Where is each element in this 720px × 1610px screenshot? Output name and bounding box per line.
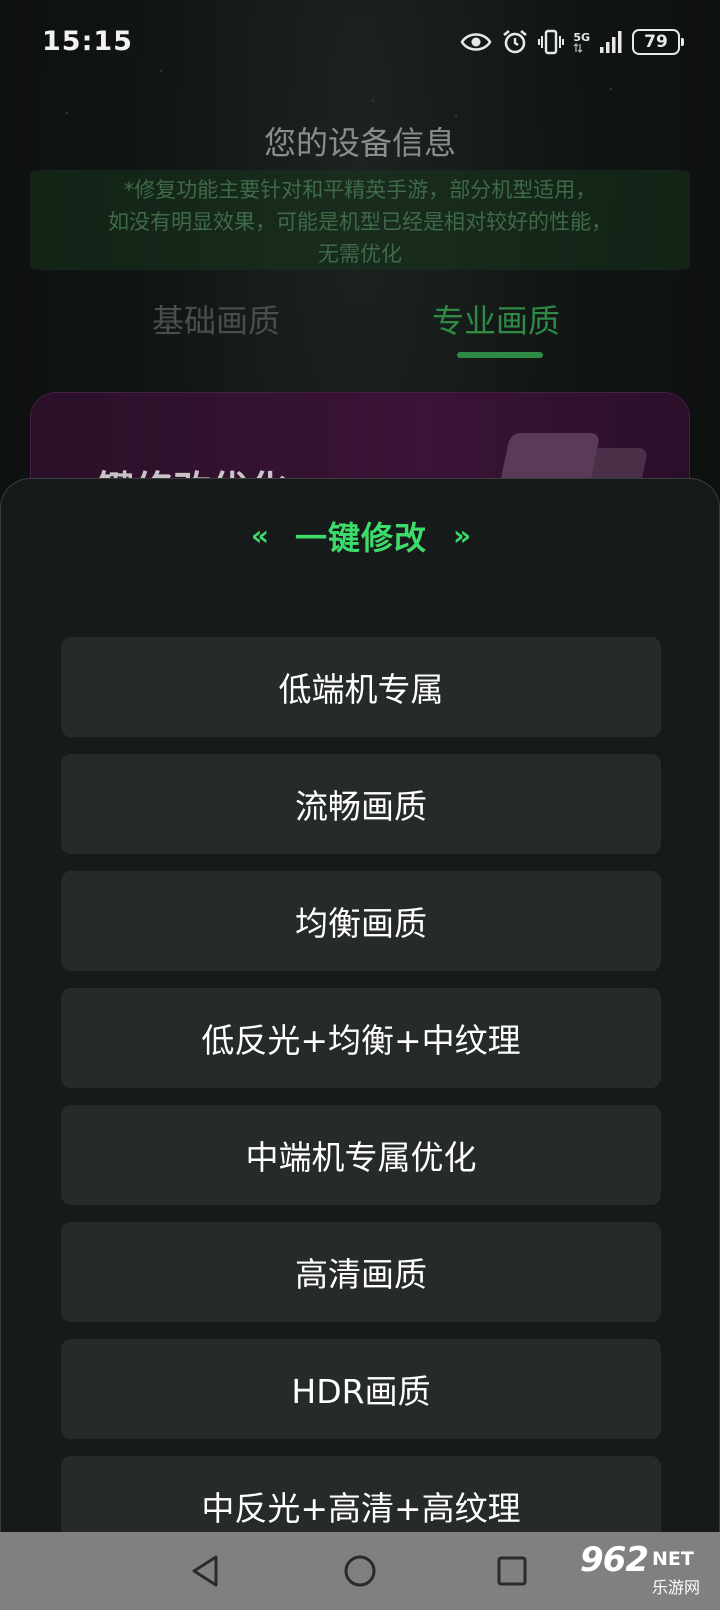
star-decoration [66,112,68,114]
tab-basic-quality[interactable]: 基础画质 [152,296,280,342]
option-low-reflect-balanced-mid-texture[interactable]: 低反光+均衡+中纹理 [61,988,661,1088]
vibrate-icon [538,28,565,56]
nav-home-button[interactable] [320,1532,400,1610]
sheet-header: « 一键修改 » [1,513,719,559]
home-circle-icon [344,1555,376,1587]
nav-back-button[interactable] [165,1532,245,1610]
option-low-end-exclusive[interactable]: 低端机专属 [61,637,661,737]
notice-line: 如没有明显效果，可能是机型已经是相对较好的性能， [108,210,612,234]
battery-icon: 79 [632,29,684,55]
recents-square-icon [497,1556,527,1586]
watermark-net: NET [652,1548,694,1570]
star-decoration [455,115,457,117]
back-triangle-icon [192,1555,218,1587]
active-tab-indicator [457,352,543,358]
site-watermark: 962 NET 乐游网 [580,1540,714,1604]
network-type: 5G [573,30,590,44]
network-indicator: 5G [573,32,590,53]
chevron-left-icon: « [250,519,269,552]
star-decoration [610,88,612,90]
tab-pro-quality[interactable]: 专业画质 [432,296,560,342]
chevron-right-icon: » [453,519,472,552]
data-arrows-icon [573,42,583,53]
option-hd-quality[interactable]: 高清画质 [61,1222,661,1322]
alarm-icon [501,28,529,56]
notice-text: *修复功能主要针对和平精英手游，部分机型适用， 如没有明显效果，可能是机型已经是… [40,174,680,270]
status-bar: 15:15 5G 79 [0,0,720,84]
option-list: 低端机专属 流畅画质 均衡画质 低反光+均衡+中纹理 中端机专属优化 高清画质 … [61,637,661,1532]
sheet-title: 一键修改 [294,519,427,557]
status-icons: 5G 79 [460,26,684,58]
one-click-modify-sheet: « 一键修改 » 低端机专属 流畅画质 均衡画质 低反光+均衡+中纹理 中端机专… [0,478,720,1532]
option-mid-end-exclusive[interactable]: 中端机专属优化 [61,1105,661,1205]
star-decoration [372,100,374,102]
status-time: 15:15 [42,26,133,57]
eye-icon [460,31,492,53]
device-info-title: 您的设备信息 [263,124,456,162]
notice-line: *修复功能主要针对和平精英手游，部分机型适用， [123,178,597,202]
signal-icon [599,30,623,54]
watermark-site-name: 乐游网 [652,1578,701,1597]
nav-recents-button[interactable] [472,1532,552,1610]
option-balanced-quality[interactable]: 均衡画质 [61,871,661,971]
watermark-logo-number: 962 [580,1540,649,1580]
quality-tabs: 基础画质 专业画质 [0,296,720,366]
option-smooth-quality[interactable]: 流畅画质 [61,754,661,854]
notice-line: 无需优化 [318,242,402,266]
option-mid-reflect-hd-high-texture[interactable]: 中反光+高清+高纹理 [61,1456,661,1532]
option-hdr-quality[interactable]: HDR画质 [61,1339,661,1439]
